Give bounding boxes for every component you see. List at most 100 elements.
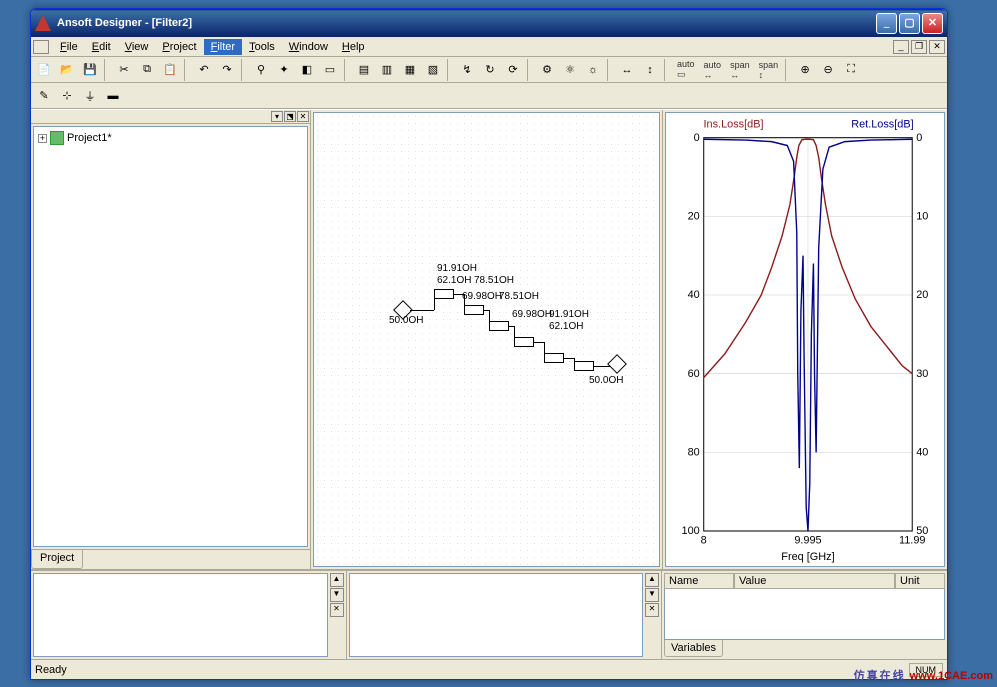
dock-pin[interactable]: ⬔ — [284, 111, 296, 122]
msg-up[interactable]: ▲ — [330, 573, 344, 587]
svg-text:11.99: 11.99 — [899, 534, 925, 546]
tree-root[interactable]: + Project1* — [38, 131, 303, 145]
project-tree[interactable]: + Project1* — [33, 126, 308, 547]
svg-text:Ins.Loss[dB]: Ins.Loss[dB] — [704, 118, 764, 130]
component-2[interactable] — [489, 321, 509, 331]
mdi-close[interactable]: ✕ — [929, 40, 945, 54]
zoom-fit-button[interactable]: ⛶ — [840, 59, 862, 81]
component-5[interactable] — [574, 361, 594, 371]
tool-b2[interactable]: ▥ — [376, 59, 398, 81]
svg-text:40: 40 — [688, 289, 700, 301]
variables-tab[interactable]: Variables — [664, 640, 723, 657]
tool-c3[interactable]: ⟳ — [502, 59, 524, 81]
schematic-canvas[interactable]: 91.91OH62.1OH78.51OH50.0OH69.98OH78.51OH… — [313, 112, 660, 567]
tool-d3[interactable]: ☼ — [582, 59, 604, 81]
maximize-button[interactable]: ▢ — [899, 13, 920, 34]
undo-button[interactable]: ↶ — [193, 59, 215, 81]
dock-close[interactable]: ✕ — [297, 111, 309, 122]
menu-edit[interactable]: Edit — [85, 39, 118, 55]
menu-view[interactable]: View — [118, 39, 156, 55]
new-button[interactable]: 📄 — [33, 59, 55, 81]
menu-project[interactable]: Project — [155, 39, 203, 55]
copy-button[interactable]: ⧉ — [136, 59, 158, 81]
component-4[interactable] — [544, 353, 564, 363]
dock-dropdown[interactable]: ▾ — [271, 111, 283, 122]
redo-button[interactable]: ↷ — [216, 59, 238, 81]
expand-icon[interactable]: + — [38, 134, 47, 143]
port-1[interactable] — [610, 357, 624, 371]
net-button[interactable]: ⊹ — [56, 85, 78, 107]
msg2-up[interactable]: ▲ — [645, 573, 659, 587]
msg2-x[interactable]: ✕ — [645, 603, 659, 617]
tool-d1[interactable]: ⚙ — [536, 59, 558, 81]
component-label-0: 91.91OH — [437, 263, 477, 274]
minimize-button[interactable]: _ — [876, 13, 897, 34]
menu-window[interactable]: Window — [282, 39, 335, 55]
svg-text:20: 20 — [916, 289, 928, 301]
svg-text:Freq [GHz]: Freq [GHz] — [781, 551, 834, 563]
component-label-1: 62.1OH — [437, 275, 471, 286]
tool-c2[interactable]: ↻ — [479, 59, 501, 81]
component-label-2: 78.51OH — [474, 275, 514, 286]
auto-btn1[interactable]: auto▭ — [673, 59, 699, 81]
tool-b1[interactable]: ▤ — [353, 59, 375, 81]
msg2-down[interactable]: ▼ — [645, 588, 659, 602]
menu-tools[interactable]: Tools — [242, 39, 282, 55]
component-1[interactable] — [464, 305, 484, 315]
menu-file[interactable]: File — [53, 39, 85, 55]
col-value[interactable]: Value — [734, 573, 895, 589]
chart[interactable]: 0204060801000102030405089.99511.99Ins.Lo… — [665, 112, 945, 567]
mdi-icon — [33, 40, 49, 54]
component-label-7: 91.91OH — [549, 309, 589, 320]
paste-button[interactable]: 📋 — [159, 59, 181, 81]
titlebar[interactable]: Ansoft Designer - [Filter2] _ ▢ ✕ — [31, 9, 947, 37]
var-body[interactable] — [664, 589, 945, 640]
zoom-in-button[interactable]: ⊕ — [794, 59, 816, 81]
col-name[interactable]: Name — [664, 573, 734, 589]
svg-text:9.995: 9.995 — [794, 534, 821, 546]
span-btn2[interactable]: span↕ — [755, 59, 783, 81]
span-btn1[interactable]: span↔ — [726, 59, 754, 81]
var-header: Name Value Unit — [664, 573, 945, 589]
menu-help[interactable]: Help — [335, 39, 372, 55]
component-label-5: 78.51OH — [499, 291, 539, 302]
tool-e2[interactable]: ↕ — [639, 59, 661, 81]
menu-filter[interactable]: Filter — [204, 39, 242, 55]
tool-b4[interactable]: ▧ — [422, 59, 444, 81]
tool-e1[interactable]: ↔ — [616, 59, 638, 81]
cut-button[interactable]: ✂ — [113, 59, 135, 81]
toolbar-main: 📄 📂 💾 ✂ ⧉ 📋 ↶ ↷ ⚲ ✦ ◧ ▭ ▤ ▥ ▦ ▧ ↯ ↻ ⟳ ⚙ … — [31, 57, 947, 83]
tool-c1[interactable]: ↯ — [456, 59, 478, 81]
ground-button[interactable]: ⏚ — [79, 85, 101, 107]
mdi-minimize[interactable]: _ — [893, 40, 909, 54]
msg-down[interactable]: ▼ — [330, 588, 344, 602]
save-button[interactable]: 💾 — [79, 59, 101, 81]
tool-a1[interactable]: ⚲ — [250, 59, 272, 81]
plot-pane: 0204060801000102030405089.99511.99Ins.Lo… — [662, 110, 947, 569]
svg-text:60: 60 — [688, 368, 700, 380]
component-3[interactable] — [514, 337, 534, 347]
open-button[interactable]: 📂 — [56, 59, 78, 81]
mdi-restore[interactable]: ❐ — [911, 40, 927, 54]
project-tab[interactable]: Project — [31, 550, 83, 569]
tool-a3[interactable]: ◧ — [296, 59, 318, 81]
auto-btn2[interactable]: auto↔ — [700, 59, 726, 81]
zoom-out-button[interactable]: ⊖ — [817, 59, 839, 81]
component-0[interactable] — [434, 289, 454, 299]
message-area-2[interactable] — [349, 573, 644, 657]
tool-b3[interactable]: ▦ — [399, 59, 421, 81]
app-window: Ansoft Designer - [Filter2] _ ▢ ✕ _ ❐ ✕ … — [30, 8, 948, 680]
probe-button[interactable]: ✎ — [33, 85, 55, 107]
toolbar-secondary: ✎ ⊹ ⏚ ▬ — [31, 83, 947, 109]
svg-text:0: 0 — [916, 132, 922, 144]
message-area[interactable] — [33, 573, 328, 657]
msg-x[interactable]: ✕ — [330, 603, 344, 617]
tool-a2[interactable]: ✦ — [273, 59, 295, 81]
tool-d2[interactable]: ⚛ — [559, 59, 581, 81]
col-unit[interactable]: Unit — [895, 573, 945, 589]
svg-text:30: 30 — [916, 368, 928, 380]
tool-a4[interactable]: ▭ — [319, 59, 341, 81]
close-button[interactable]: ✕ — [922, 13, 943, 34]
part-button[interactable]: ▬ — [102, 85, 124, 107]
svg-text:10: 10 — [916, 210, 928, 222]
